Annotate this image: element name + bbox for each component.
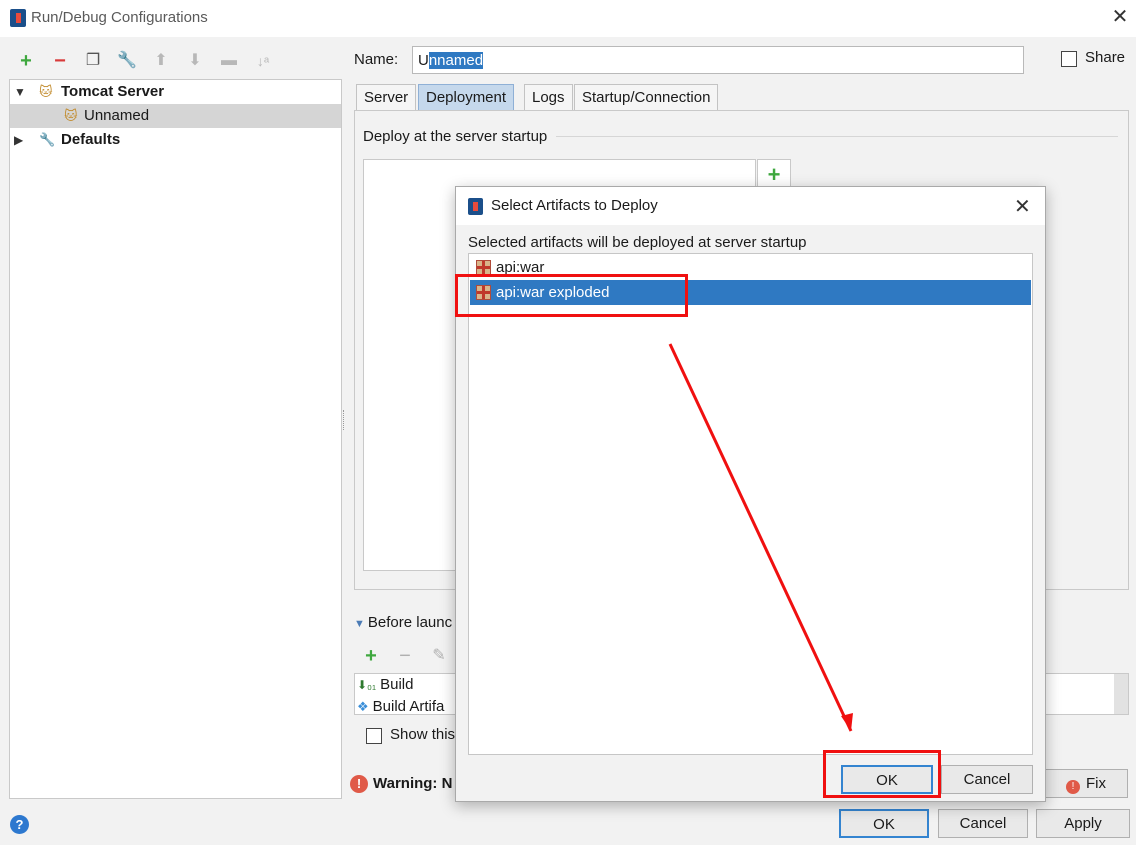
splitter-handle[interactable]: [343, 410, 346, 430]
tab-logs[interactable]: Logs: [524, 84, 573, 111]
ok-button[interactable]: OK: [839, 809, 929, 838]
configuration-tree[interactable]: ▼ 🐱 Tomcat Server 🐱 Unnamed ▶ 🔧 Defaults: [9, 79, 342, 799]
name-label: Name:: [354, 51, 399, 68]
remove-task-icon[interactable]: −: [394, 645, 416, 667]
close-icon[interactable]: ✕: [1014, 194, 1031, 219]
error-icon: !: [1066, 780, 1080, 794]
annotation-highlight-box: [455, 274, 688, 317]
list-item[interactable]: ❖ Build Artifa: [357, 697, 444, 717]
collapse-triangle-icon: ▼: [354, 618, 365, 630]
artifact-icon: [476, 260, 491, 275]
list-item-label: Build: [380, 676, 414, 693]
name-value-prefix: U: [418, 52, 429, 69]
chevron-down-icon[interactable]: ▼: [14, 80, 26, 104]
build-icon: ⬇₀₁: [357, 678, 377, 692]
before-launch-label: Before launc: [367, 614, 453, 631]
tree-item-label: Defaults: [61, 131, 121, 148]
close-icon[interactable]: ✕: [1108, 6, 1132, 30]
warning-icon: !: [350, 775, 368, 793]
artifacts-list[interactable]: api:war api:war exploded: [468, 253, 1033, 755]
edit-defaults-icon[interactable]: 🔧: [116, 50, 138, 72]
name-input[interactable]: Unnamed: [412, 46, 1024, 74]
tomcat-icon: 🐱: [39, 84, 53, 99]
tree-item-label: Unnamed: [84, 107, 150, 124]
fix-button[interactable]: ! Fix: [1044, 769, 1128, 798]
deploy-section-label: Deploy at the server startup: [363, 128, 548, 145]
show-page-label: Show this: [390, 726, 456, 743]
list-item-label: Build Artifa: [372, 698, 445, 715]
sort-alpha-icon[interactable]: ↓ᵃ: [252, 50, 274, 72]
name-input-value: Unnamed: [418, 52, 484, 69]
cancel-button[interactable]: Cancel: [938, 809, 1028, 838]
move-down-icon[interactable]: ⬇: [184, 50, 206, 72]
tree-item-tomcat-server[interactable]: ▼ 🐱 Tomcat Server: [10, 80, 341, 104]
chevron-right-icon[interactable]: ▶: [14, 128, 23, 152]
dialog-title: Select Artifacts to Deploy: [491, 197, 658, 214]
folder-icon[interactable]: ▬: [218, 50, 240, 72]
show-page-checkbox[interactable]: [366, 728, 382, 744]
dialog-cancel-button[interactable]: Cancel: [941, 765, 1033, 794]
before-launch-header[interactable]: ▼ Before launc: [354, 614, 452, 631]
apply-button[interactable]: Apply: [1036, 809, 1130, 838]
tree-item-label: Tomcat Server: [61, 83, 165, 100]
name-value-selection: nnamed: [428, 52, 484, 69]
tree-item-defaults[interactable]: ▶ 🔧 Defaults: [10, 128, 341, 152]
annotation-highlight-box: [823, 750, 941, 798]
tab-deployment[interactable]: Deployment: [418, 84, 515, 111]
tree-item-unnamed[interactable]: 🐱 Unnamed: [10, 104, 341, 128]
copy-configuration-icon[interactable]: ❐: [82, 50, 104, 72]
window-title: Run/Debug Configurations: [31, 9, 208, 26]
help-icon[interactable]: ?: [10, 815, 29, 834]
tab-startup-connection[interactable]: Startup/Connection: [574, 84, 719, 111]
tomcat-config-icon: 🐱: [64, 108, 78, 123]
share-checkbox[interactable]: [1061, 51, 1077, 67]
remove-configuration-icon[interactable]: −: [49, 50, 71, 72]
wrench-icon: 🔧: [39, 132, 56, 147]
fix-label: Fix: [1086, 775, 1106, 792]
warning-text: Warning: N: [373, 775, 453, 792]
dialog-hint: Selected artifacts will be deployed at s…: [468, 234, 807, 251]
tab-server[interactable]: Server: [356, 84, 417, 111]
share-label: Share: [1085, 49, 1126, 66]
edit-task-icon[interactable]: ✎: [428, 645, 450, 667]
add-configuration-icon[interactable]: +: [15, 50, 37, 72]
add-task-icon[interactable]: +: [360, 645, 382, 667]
scrollbar[interactable]: [1114, 674, 1128, 714]
intellij-app-icon: [10, 9, 26, 27]
list-item[interactable]: ⬇₀₁ Build: [357, 675, 413, 695]
build-artifact-icon: ❖: [357, 699, 369, 714]
move-up-icon[interactable]: ⬆: [150, 50, 172, 72]
intellij-app-icon: [468, 198, 483, 215]
separator: [556, 136, 1118, 137]
